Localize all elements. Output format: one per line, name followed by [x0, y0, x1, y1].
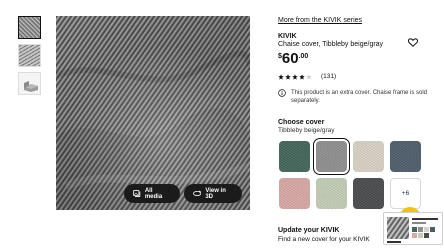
all-media-label: All media: [144, 187, 163, 200]
mini-preview[interactable]: [383, 212, 443, 245]
swatch-light-green[interactable]: [316, 178, 347, 209]
star-filled-icon: [299, 73, 305, 80]
more-covers-button[interactable]: +6: [390, 178, 421, 209]
product-description: Chaise cover, Tibbleby beige/gray: [278, 41, 384, 48]
swatch-pink[interactable]: [279, 178, 310, 209]
favorite-heart-icon[interactable]: [407, 34, 419, 52]
swatch-green[interactable]: [279, 141, 310, 172]
star-filled-icon: [285, 73, 291, 80]
star-empty-icon: [306, 73, 312, 80]
swatch-blue-gray[interactable]: [390, 141, 421, 172]
product-name: KIVIK: [278, 33, 297, 40]
gallery-icon: [133, 190, 141, 197]
price-integer: 60: [281, 50, 299, 67]
mini-preview-thumbnail: [387, 217, 438, 243]
thumbnail-fabric-closeup[interactable]: [18, 16, 41, 39]
choose-cover-title: Choose cover: [278, 119, 325, 126]
update-title: Update your KIVIK: [278, 227, 340, 234]
info-note: This product is an extra cover. Chaise f…: [278, 89, 444, 105]
product-price: $ 60 .00: [278, 51, 308, 67]
price-decimal: .00: [298, 53, 309, 60]
swatch-dark-gray[interactable]: [353, 178, 384, 209]
rotate-3d-icon: [193, 190, 202, 196]
swatch-tibbleby-beige-gray[interactable]: [313, 138, 350, 175]
rating[interactable]: (131): [278, 73, 336, 80]
chaise-icon: [19, 73, 40, 94]
rating-count: (131): [321, 73, 337, 80]
view-in-3d-button[interactable]: View in 3D: [184, 184, 242, 203]
product-main-image[interactable]: [56, 16, 250, 210]
series-link[interactable]: More from the KIVIK series: [278, 17, 362, 24]
update-subtitle[interactable]: Find a new cover for your KIVIK: [278, 236, 370, 243]
selected-cover-name: Tibbleby beige/gray: [278, 127, 335, 134]
thumbnail-list: [18, 16, 42, 100]
fabric-texture: [56, 16, 250, 210]
thumbnail-chaise[interactable]: [18, 72, 41, 95]
thumbnail-fabric-detail[interactable]: [18, 44, 41, 67]
star-filled-icon: [278, 73, 284, 80]
info-icon: [278, 89, 286, 97]
info-text: This product is an extra cover. Chaise f…: [291, 90, 428, 104]
swatch-beige[interactable]: [353, 141, 384, 172]
view-in-3d-label: View in 3D: [205, 187, 226, 200]
all-media-button[interactable]: All media: [124, 184, 180, 203]
star-filled-icon: [292, 73, 298, 80]
